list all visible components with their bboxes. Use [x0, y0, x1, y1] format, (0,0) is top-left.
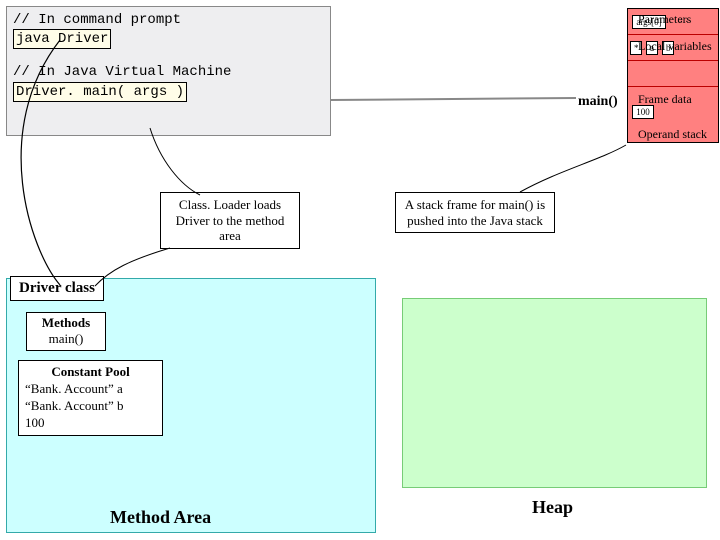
- label-operand-stack: Operand stack: [638, 127, 718, 142]
- code-comment-1: // In command prompt: [13, 11, 324, 29]
- constant-pool-box: Constant Pool “Bank. Account” a “Bank. A…: [18, 360, 163, 436]
- const-title: Constant Pool: [25, 364, 156, 381]
- stack-row-framedata: [628, 61, 718, 87]
- methods-item: main(): [29, 331, 103, 347]
- const-a: “Bank. Account” a: [25, 381, 156, 398]
- code-comment-2: // In Java Virtual Machine: [13, 63, 324, 81]
- code-line-1: java Driver: [13, 29, 111, 49]
- cell-100: 100: [632, 105, 654, 119]
- label-frame-data: Frame data: [638, 92, 718, 107]
- label-local-variables: Local variables: [638, 39, 718, 54]
- code-block: // In command prompt java Driver // In J…: [6, 6, 331, 136]
- const-b: “Bank. Account” b: [25, 398, 156, 415]
- methods-box: Methods main(): [26, 312, 106, 351]
- code-line-2: Driver. main( args ): [13, 82, 187, 102]
- callout-stackframe: A stack frame for main() is pushed into …: [395, 192, 555, 233]
- heap-label: Heap: [532, 497, 573, 518]
- methods-title: Methods: [29, 315, 103, 331]
- java-stack-frame: args[0] . . * a b 100: [627, 8, 719, 143]
- callout-classloader: Class. Loader loads Driver to the method…: [160, 192, 300, 249]
- label-parameters: Parameters: [638, 12, 718, 27]
- const-100: 100: [25, 415, 156, 432]
- heap-region: [402, 298, 707, 488]
- method-area-label: Method Area: [110, 507, 211, 528]
- driver-class-box: Driver class: [10, 276, 104, 301]
- main-call-label: main(): [578, 94, 618, 110]
